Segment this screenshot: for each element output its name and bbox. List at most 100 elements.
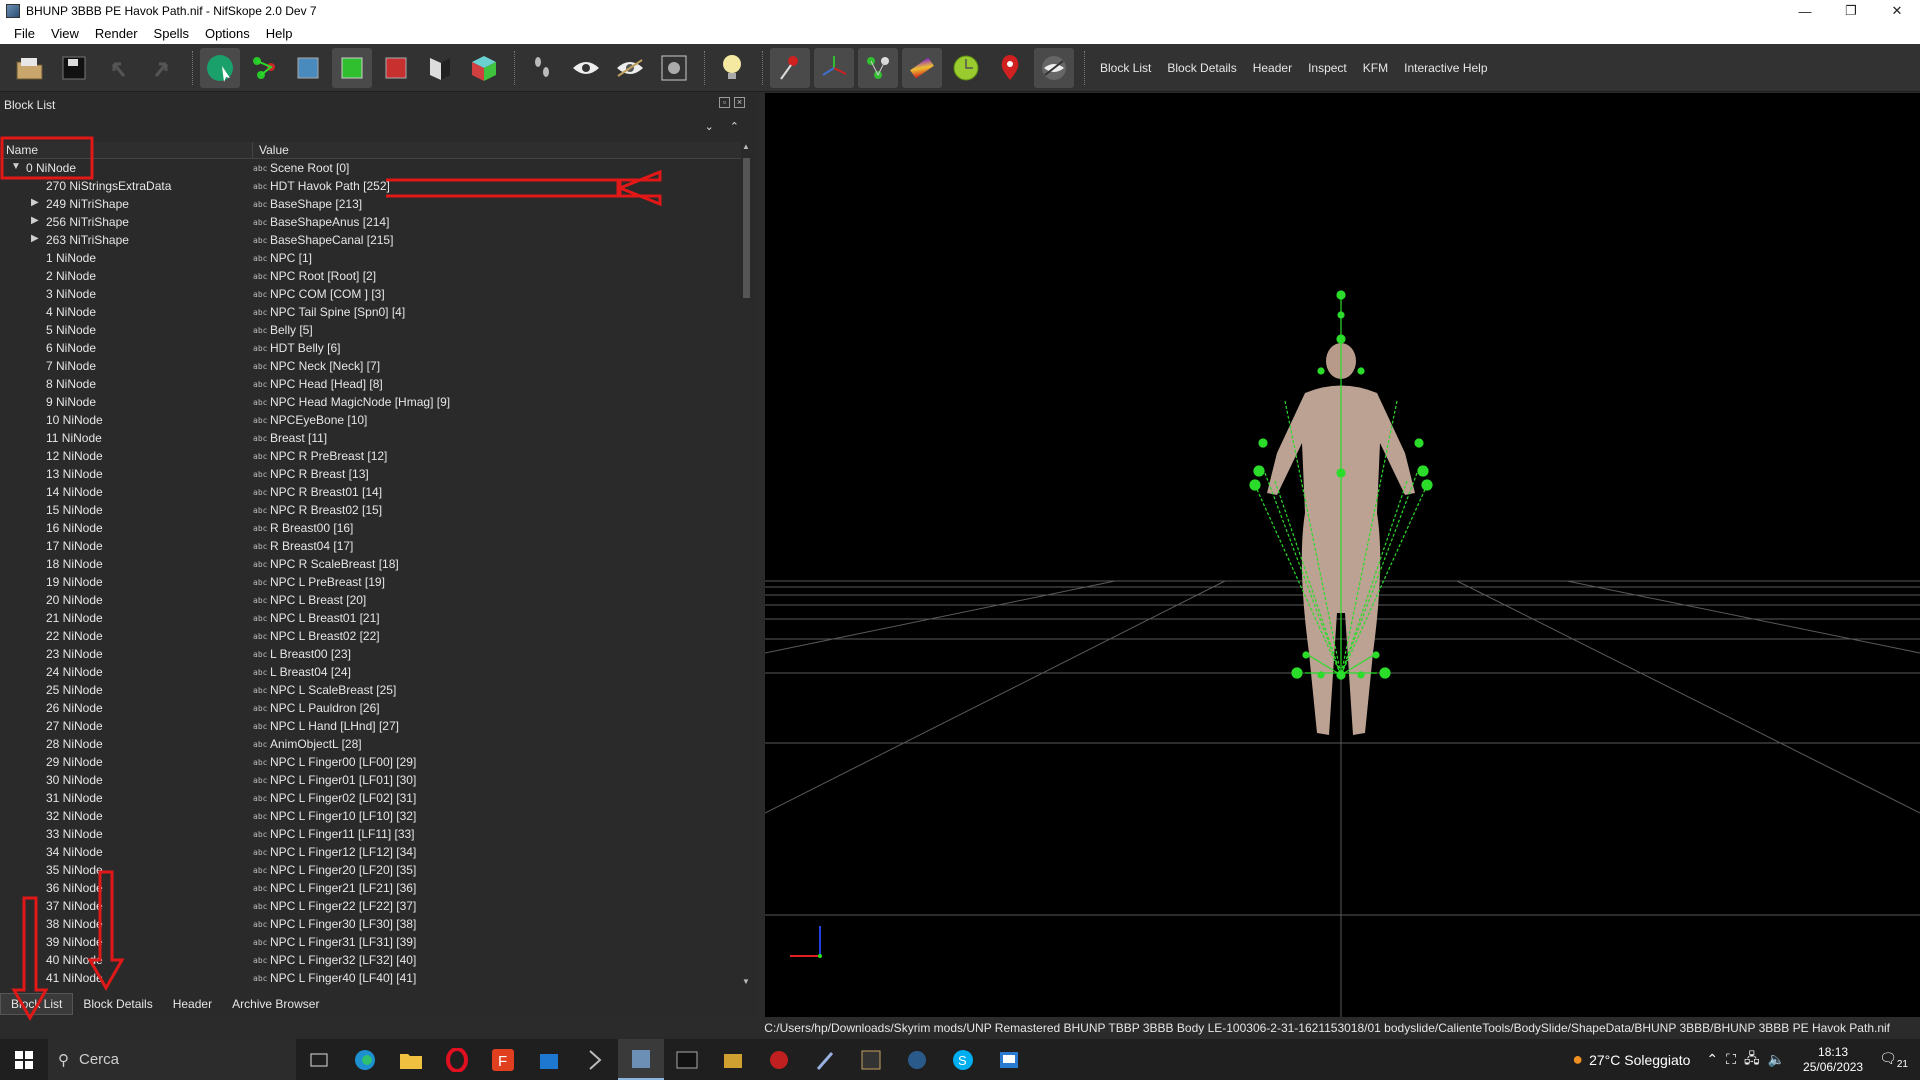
nifskope-task-icon[interactable] xyxy=(618,1039,664,1080)
tray-chevron-icon[interactable]: ⌃ xyxy=(1706,1051,1718,1068)
toggle-block-list[interactable]: Block List xyxy=(1092,61,1159,75)
camera-icon[interactable] xyxy=(654,48,694,88)
window-app-icon[interactable] xyxy=(986,1039,1032,1080)
tree-row[interactable]: 22 NiNode abc NPC L Breast02 [22] xyxy=(0,627,741,645)
minimize-button[interactable]: — xyxy=(1782,0,1828,22)
tree-row[interactable]: 11 NiNode abc Breast [11] xyxy=(0,429,741,447)
location-pin-icon[interactable] xyxy=(990,48,1030,88)
menu-spells[interactable]: Spells xyxy=(146,26,197,41)
tree-row[interactable]: 5 NiNode abc Belly [5] xyxy=(0,321,741,339)
block-tree[interactable]: Name Value ▼ 0 NiNode abc Scene Root [0] 270… xyxy=(0,142,741,986)
tree-row[interactable]: ▼ 0 NiNode abc Scene Root [0] xyxy=(0,159,741,177)
tree-row[interactable]: ▶ 249 NiTriShape abc BaseShape [213] xyxy=(0,195,741,213)
tree-row[interactable]: 270 NiStringsExtraData abc HDT Havok Path … xyxy=(0,177,741,195)
eye-icon[interactable] xyxy=(566,48,606,88)
tree-scrollbar[interactable]: ▲ ▼ xyxy=(741,142,752,986)
scroll-up-icon[interactable]: ▲ xyxy=(742,142,750,151)
tree-row[interactable]: 31 NiNode abc NPC L Finger02 [LF02] [31] xyxy=(0,789,741,807)
tree-row[interactable]: 18 NiNode abc NPC R ScaleBreast [18] xyxy=(0,555,741,573)
tree-row[interactable]: 12 NiNode abc NPC R PreBreast [12] xyxy=(0,447,741,465)
scroll-down-icon[interactable]: ▼ xyxy=(742,977,750,986)
toggle-kfm[interactable]: KFM xyxy=(1355,61,1396,75)
pin-tool-icon[interactable] xyxy=(770,47,810,88)
tree-row[interactable]: 34 NiNode abc NPC L Finger12 [LF12] [34] xyxy=(0,843,741,861)
foxit-icon[interactable]: F xyxy=(480,1039,526,1080)
tree-row[interactable]: 24 NiNode abc L Breast04 [24] xyxy=(0,663,741,681)
eye-hidden-icon[interactable] xyxy=(610,48,650,88)
task-view-icon[interactable] xyxy=(296,1039,342,1080)
tree-row[interactable]: ▶ 263 NiTriShape abc BaseShapeCanal [215] xyxy=(0,231,741,249)
mod-organizer-icon[interactable] xyxy=(848,1039,894,1080)
tree-row[interactable]: 10 NiNode abc NPCEyeBone [10] xyxy=(0,411,741,429)
toggle-header[interactable]: Header xyxy=(1245,61,1300,75)
tab-header[interactable]: Header xyxy=(163,994,222,1014)
tree-row[interactable]: 9 NiNode abc NPC Head MagicNode [Hmag] [9] xyxy=(0,393,741,411)
tree-row[interactable]: 8 NiNode abc NPC Head [Head] [8] xyxy=(0,375,741,393)
feather-icon[interactable] xyxy=(802,1039,848,1080)
expand-open-icon[interactable]: ▼ xyxy=(11,161,21,172)
tree-row[interactable]: 16 NiNode abc R Breast00 [16] xyxy=(0,519,741,537)
game-icon[interactable] xyxy=(756,1039,802,1080)
tree-row[interactable]: 14 NiNode abc NPC R Breast01 [14] xyxy=(0,483,741,501)
tree-row[interactable]: 29 NiNode abc NPC L Finger00 [LF00] [29] xyxy=(0,753,741,771)
close-dock-icon[interactable]: × xyxy=(734,97,745,108)
save-icon[interactable] xyxy=(54,48,94,88)
tree-row[interactable]: 41 NiNode abc NPC L Finger40 [LF40] [41] xyxy=(0,969,741,986)
location-icon[interactable]: ⛶ xyxy=(1726,1051,1736,1068)
axes-icon[interactable] xyxy=(814,47,854,88)
tree-row[interactable]: 37 NiNode abc NPC L Finger22 [LF22] [37] xyxy=(0,897,741,915)
archive-icon[interactable] xyxy=(710,1039,756,1080)
column-value[interactable]: Value xyxy=(253,142,741,158)
render-viewport[interactable] xyxy=(765,93,1920,1017)
skype-icon[interactable]: S xyxy=(940,1039,986,1080)
nodes-icon[interactable] xyxy=(858,47,898,88)
select-mode-icon[interactable] xyxy=(200,47,240,88)
open-icon[interactable] xyxy=(10,48,50,88)
tab-archive-browser[interactable]: Archive Browser xyxy=(222,994,329,1014)
tree-row[interactable]: 39 NiNode abc NPC L Finger31 [LF31] [39] xyxy=(0,933,741,951)
skeleton-icon[interactable] xyxy=(244,48,284,88)
half-cube-icon[interactable] xyxy=(420,48,460,88)
tree-row[interactable]: 33 NiNode abc NPC L Finger11 [LF11] [33] xyxy=(0,825,741,843)
tree-row[interactable]: 27 NiNode abc NPC L Hand [LHnd] [27] xyxy=(0,717,741,735)
tree-row[interactable]: 35 NiNode abc NPC L Finger20 [LF20] [35] xyxy=(0,861,741,879)
menu-view[interactable]: View xyxy=(43,26,87,41)
tree-row[interactable]: 20 NiNode abc NPC L Breast [20] xyxy=(0,591,741,609)
tree-row[interactable]: 6 NiNode abc HDT Belly [6] xyxy=(0,339,741,357)
close-button[interactable]: ✕ xyxy=(1874,0,1920,22)
expand-closed-icon[interactable]: ▶ xyxy=(31,233,39,244)
tree-row[interactable]: ▶ 256 NiTriShape abc BaseShapeAnus [214] xyxy=(0,213,741,231)
expand-closed-icon[interactable]: ▶ xyxy=(31,197,39,208)
arrow-app-icon[interactable] xyxy=(572,1039,618,1080)
hidden-eye-icon[interactable] xyxy=(1034,47,1074,88)
cube-shaded-icon[interactable] xyxy=(288,48,328,88)
footprints-icon[interactable] xyxy=(522,48,562,88)
tab-block-details[interactable]: Block Details xyxy=(73,994,162,1014)
tree-row[interactable]: 28 NiNode abc AnimObjectL [28] xyxy=(0,735,741,753)
column-name[interactable]: Name xyxy=(0,142,253,158)
collapse-all-icon[interactable]: ⌃ xyxy=(730,120,739,133)
lightbulb-icon[interactable] xyxy=(712,48,752,88)
cube-green-icon[interactable] xyxy=(332,47,372,88)
toggle-interactive-help[interactable]: Interactive Help xyxy=(1396,61,1495,75)
notifications-icon[interactable]: 🗨21 xyxy=(1879,1050,1908,1070)
restore-button[interactable]: ❐ xyxy=(1828,0,1874,22)
tree-row[interactable]: 25 NiNode abc NPC L ScaleBreast [25] xyxy=(0,681,741,699)
tree-row[interactable]: 1 NiNode abc NPC [1] xyxy=(0,249,741,267)
toggle-block-details[interactable]: Block Details xyxy=(1159,61,1244,75)
expand-closed-icon[interactable]: ▶ xyxy=(31,215,39,226)
tree-row[interactable]: 4 NiNode abc NPC Tail Spine [Spn0] [4] xyxy=(0,303,741,321)
expand-all-icon[interactable]: ⌄ xyxy=(705,120,714,133)
tree-row[interactable]: 40 NiNode abc NPC L Finger32 [LF32] [40] xyxy=(0,951,741,969)
network-icon[interactable]: 🖧 xyxy=(1744,1048,1760,1072)
tree-row[interactable]: 38 NiNode abc NPC L Finger30 [LF30] [38] xyxy=(0,915,741,933)
tree-row[interactable]: 7 NiNode abc NPC Neck [Neck] [7] xyxy=(0,357,741,375)
start-button[interactable] xyxy=(0,1039,48,1080)
scroll-thumb[interactable] xyxy=(743,158,750,298)
redo-icon[interactable] xyxy=(142,48,182,88)
tree-row[interactable]: 23 NiNode abc L Breast00 [23] xyxy=(0,645,741,663)
tree-row[interactable]: 32 NiNode abc NPC L Finger10 [LF10] [32] xyxy=(0,807,741,825)
menu-render[interactable]: Render xyxy=(87,26,146,41)
tree-row[interactable]: 15 NiNode abc NPC R Breast02 [15] xyxy=(0,501,741,519)
menu-help[interactable]: Help xyxy=(258,26,301,41)
